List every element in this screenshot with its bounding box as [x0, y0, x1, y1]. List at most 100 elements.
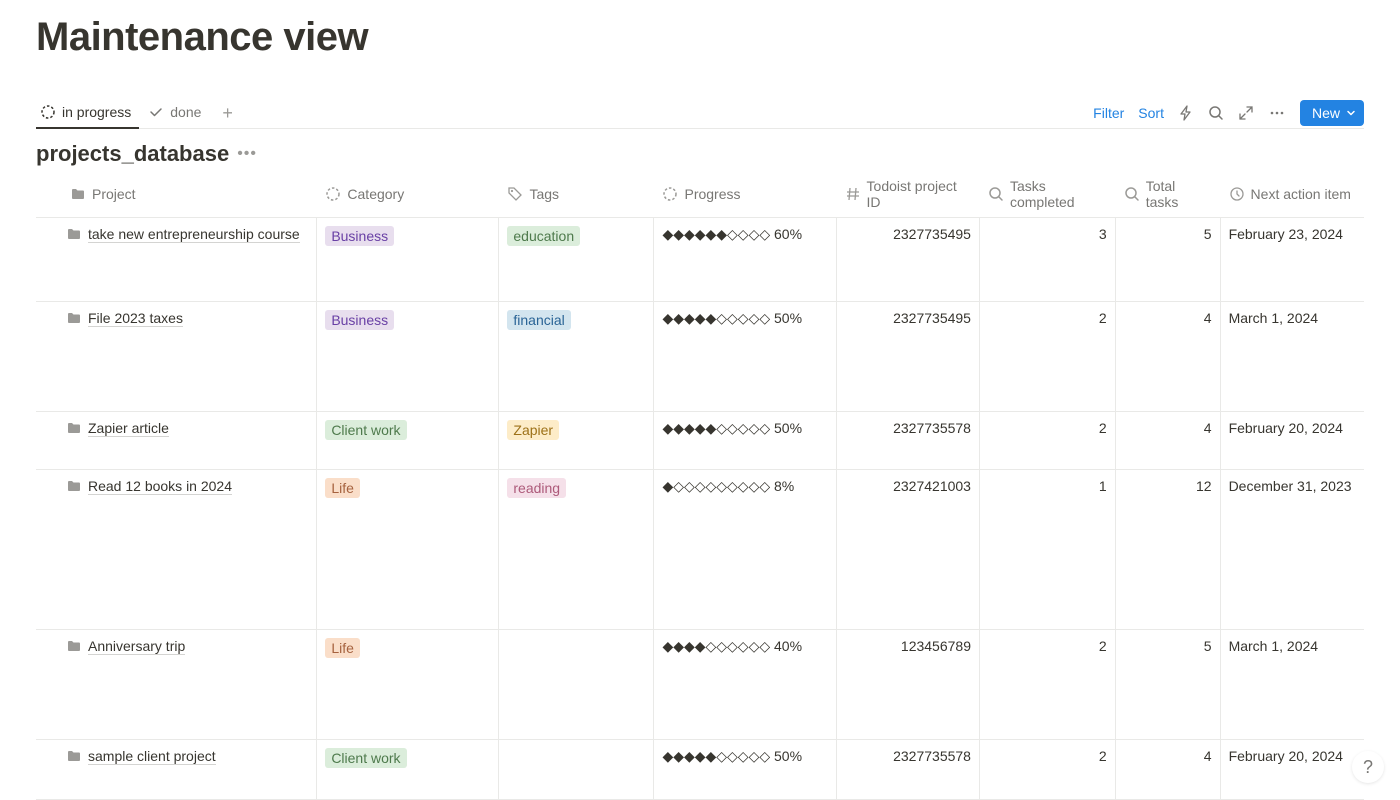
- cell-tags[interactable]: [499, 630, 654, 739]
- col-header-progress[interactable]: Progress: [654, 171, 836, 217]
- progress-value: ◆◇◇◇◇◇◇◇◇◇ 8%: [662, 478, 794, 495]
- table-row[interactable]: Read 12 books in 2024 Life reading ◆◇◇◇◇…: [36, 470, 1364, 630]
- folder-icon: [66, 638, 82, 654]
- filter-button[interactable]: Filter: [1093, 105, 1124, 121]
- category-badge: Business: [325, 310, 394, 330]
- cell-tasks-completed[interactable]: 1: [980, 470, 1116, 629]
- more-icon[interactable]: [1268, 105, 1286, 121]
- cell-tasks-completed[interactable]: 2: [980, 412, 1116, 469]
- cell-next-action[interactable]: February 20, 2024: [1221, 740, 1364, 799]
- cell-next-action[interactable]: March 1, 2024: [1221, 630, 1364, 739]
- next-action-value: February 20, 2024: [1229, 420, 1343, 436]
- cell-project-id[interactable]: 2327735495: [837, 302, 980, 411]
- search-icon[interactable]: [1208, 105, 1224, 121]
- cell-total-tasks[interactable]: 5: [1116, 630, 1221, 739]
- cell-next-action[interactable]: March 1, 2024: [1221, 302, 1364, 411]
- category-badge: Client work: [325, 748, 406, 768]
- tag-badge: education: [507, 226, 580, 246]
- progress-value: ◆◆◆◆◆◇◇◇◇◇ 50%: [662, 420, 802, 437]
- database-more-icon[interactable]: •••: [237, 145, 257, 163]
- folder-icon: [66, 226, 82, 242]
- cell-category[interactable]: Client work: [317, 740, 499, 799]
- database-title[interactable]: projects_database: [36, 141, 229, 167]
- help-button[interactable]: ?: [1352, 751, 1384, 783]
- project-link[interactable]: Anniversary trip: [88, 638, 185, 655]
- cell-project-id[interactable]: 123456789: [837, 630, 980, 739]
- cell-category[interactable]: Life: [317, 630, 499, 739]
- project-link[interactable]: File 2023 taxes: [88, 310, 183, 327]
- progress-value: ◆◆◆◆◇◇◇◇◇◇ 40%: [662, 638, 802, 655]
- cell-category[interactable]: Business: [317, 218, 499, 301]
- cell-progress[interactable]: ◆◆◆◆◆◇◇◇◇◇ 50%: [654, 412, 836, 469]
- cell-project[interactable]: Anniversary trip: [36, 630, 317, 739]
- cell-next-action[interactable]: February 20, 2024: [1221, 412, 1364, 469]
- cell-total-tasks[interactable]: 4: [1116, 740, 1221, 799]
- category-badge: Business: [325, 226, 394, 246]
- project-link[interactable]: Read 12 books in 2024: [88, 478, 232, 495]
- sort-button[interactable]: Sort: [1138, 105, 1164, 121]
- tag-badge: reading: [507, 478, 566, 498]
- expand-icon[interactable]: [1238, 105, 1254, 121]
- table-row[interactable]: File 2023 taxes Business financial ◆◆◆◆◆…: [36, 302, 1364, 412]
- cell-progress[interactable]: ◆◆◆◆◇◇◇◇◇◇ 40%: [654, 630, 836, 739]
- table-row[interactable]: take new entrepreneurship course Busines…: [36, 218, 1364, 302]
- col-header-project[interactable]: Project: [36, 171, 317, 217]
- cell-category[interactable]: Life: [317, 470, 499, 629]
- col-header-tags[interactable]: Tags: [499, 171, 654, 217]
- cell-project[interactable]: File 2023 taxes: [36, 302, 317, 411]
- tcomp-value: 2: [1099, 638, 1107, 654]
- cell-project[interactable]: Read 12 books in 2024: [36, 470, 317, 629]
- cell-progress[interactable]: ◆◆◆◆◆◇◇◇◇◇ 50%: [654, 302, 836, 411]
- col-header-project-id[interactable]: Todoist project ID: [837, 171, 980, 217]
- cell-next-action[interactable]: February 23, 2024: [1221, 218, 1364, 301]
- cell-tasks-completed[interactable]: 2: [980, 740, 1116, 799]
- cell-project[interactable]: Zapier article: [36, 412, 317, 469]
- cell-project[interactable]: take new entrepreneurship course: [36, 218, 317, 301]
- cell-tags[interactable]: financial: [499, 302, 654, 411]
- rollup-icon: [1124, 186, 1140, 202]
- cell-total-tasks[interactable]: 12: [1116, 470, 1221, 629]
- new-button[interactable]: New: [1300, 100, 1364, 126]
- tabs-right: Filter Sort New: [1093, 100, 1364, 126]
- add-view-button[interactable]: +: [214, 100, 241, 126]
- cell-project[interactable]: sample client project: [36, 740, 317, 799]
- cell-total-tasks[interactable]: 4: [1116, 412, 1221, 469]
- col-label: Project: [92, 186, 136, 202]
- ttotal-value: 12: [1196, 478, 1212, 494]
- project-link[interactable]: sample client project: [88, 748, 216, 765]
- cell-tags[interactable]: Zapier: [499, 412, 654, 469]
- cell-project-id[interactable]: 2327421003: [837, 470, 980, 629]
- next-action-value: March 1, 2024: [1229, 638, 1319, 654]
- table-row[interactable]: Anniversary trip Life ◆◆◆◆◇◇◇◇◇◇ 40% 123…: [36, 630, 1364, 740]
- cell-project-id[interactable]: 2327735578: [837, 740, 980, 799]
- col-header-category[interactable]: Category: [317, 171, 499, 217]
- cell-progress[interactable]: ◆◇◇◇◇◇◇◇◇◇ 8%: [654, 470, 836, 629]
- project-link[interactable]: Zapier article: [88, 420, 169, 437]
- project-link[interactable]: take new entrepreneurship course: [88, 226, 300, 243]
- view-tabs-bar: in progress done + Filter Sort New: [36, 98, 1364, 129]
- tab-done[interactable]: done: [144, 98, 209, 128]
- cell-total-tasks[interactable]: 4: [1116, 302, 1221, 411]
- cell-tasks-completed[interactable]: 3: [980, 218, 1116, 301]
- cell-next-action[interactable]: December 31, 2023: [1221, 470, 1364, 629]
- cell-tags[interactable]: reading: [499, 470, 654, 629]
- cell-project-id[interactable]: 2327735578: [837, 412, 980, 469]
- cell-total-tasks[interactable]: 5: [1116, 218, 1221, 301]
- cell-tags[interactable]: [499, 740, 654, 799]
- cell-progress[interactable]: ◆◆◆◆◆◇◇◇◇◇ 50%: [654, 740, 836, 799]
- cell-project-id[interactable]: 2327735495: [837, 218, 980, 301]
- cell-category[interactable]: Client work: [317, 412, 499, 469]
- col-header-tasks-completed[interactable]: Tasks completed: [980, 171, 1116, 217]
- cell-tags[interactable]: education: [499, 218, 654, 301]
- cell-tasks-completed[interactable]: 2: [980, 630, 1116, 739]
- folder-icon: [66, 310, 82, 326]
- table-row[interactable]: sample client project Client work ◆◆◆◆◆◇…: [36, 740, 1364, 800]
- col-header-next-action[interactable]: Next action item: [1221, 171, 1364, 217]
- cell-category[interactable]: Business: [317, 302, 499, 411]
- cell-progress[interactable]: ◆◆◆◆◆◆◇◇◇◇ 60%: [654, 218, 836, 301]
- automations-icon[interactable]: [1178, 105, 1194, 121]
- col-header-total-tasks[interactable]: Total tasks: [1116, 171, 1221, 217]
- table-row[interactable]: Zapier article Client work Zapier ◆◆◆◆◆◇…: [36, 412, 1364, 470]
- tab-in-progress[interactable]: in progress: [36, 98, 139, 128]
- cell-tasks-completed[interactable]: 2: [980, 302, 1116, 411]
